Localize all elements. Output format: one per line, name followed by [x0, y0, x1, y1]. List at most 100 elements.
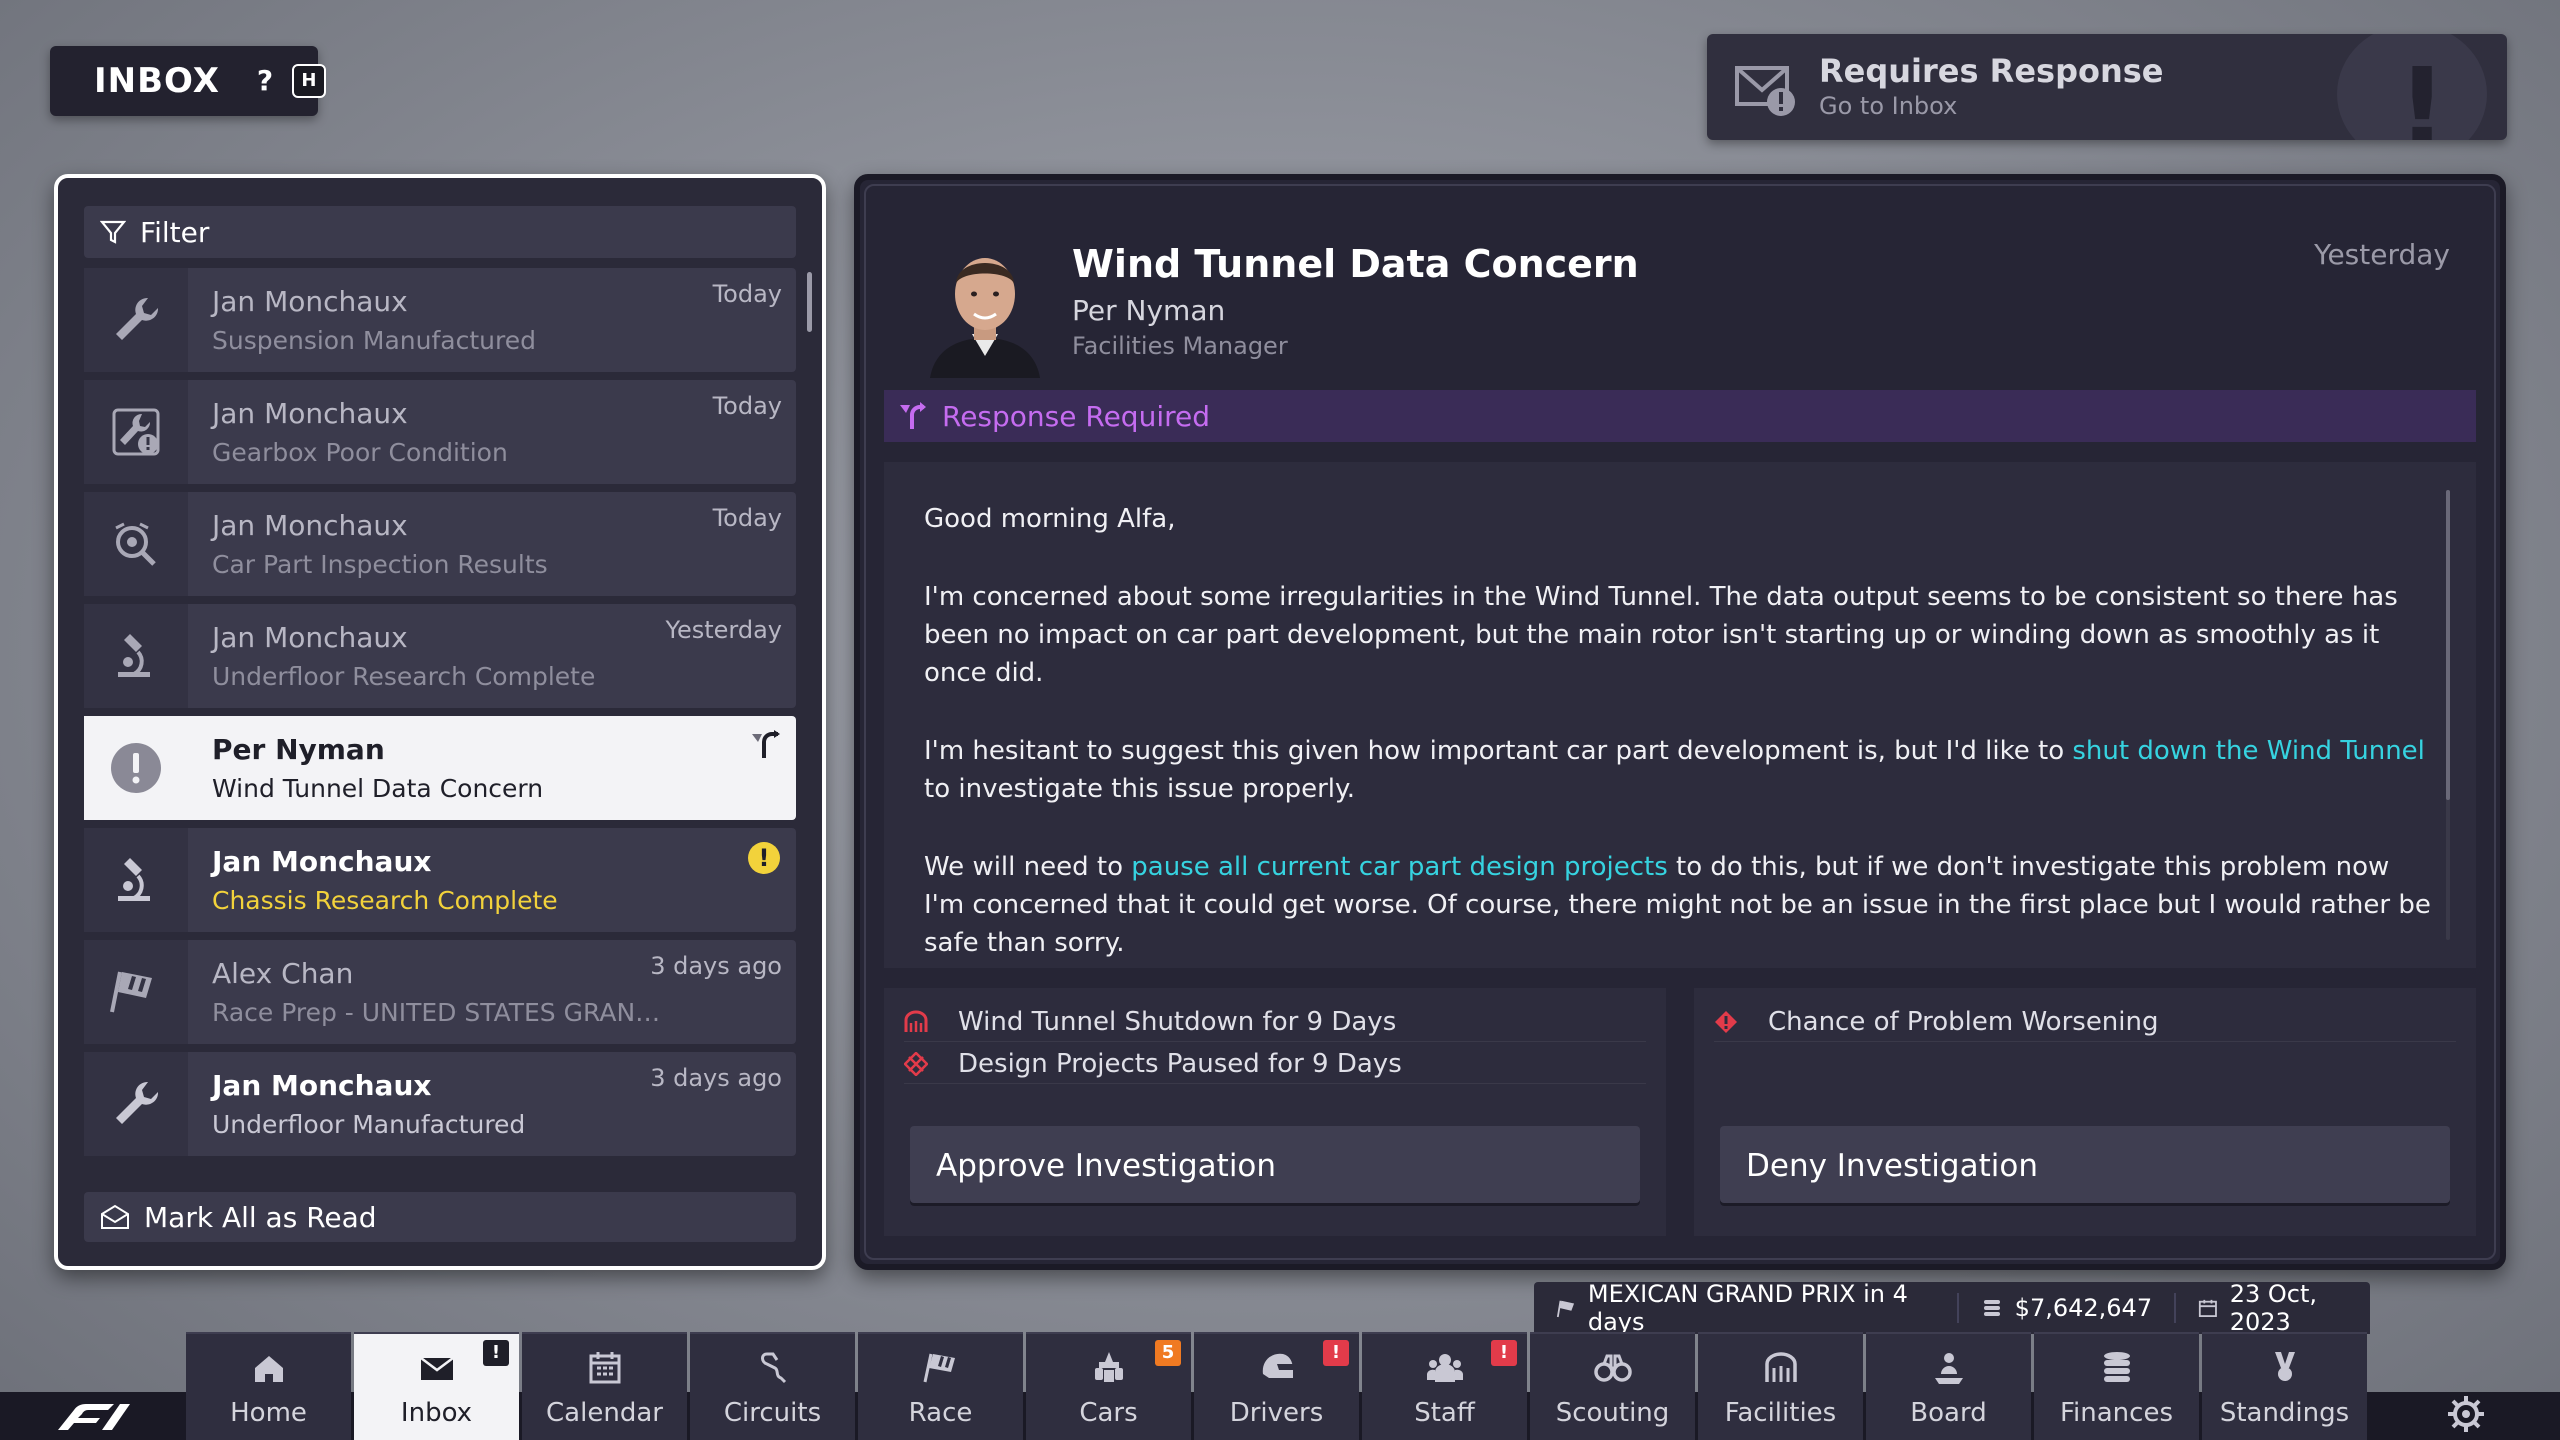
- nav-tab-calendar[interactable]: Calendar: [522, 1332, 687, 1440]
- message-paragraph: I'm hesitant to suggest this given how i…: [924, 732, 2436, 808]
- paragraph-text: I'm hesitant to suggest this given how i…: [924, 736, 2073, 766]
- coins-icon: [1983, 1300, 2000, 1316]
- staff-icon: [1426, 1354, 1463, 1382]
- pause-projects-link[interactable]: pause all current car part design projec…: [1131, 852, 1668, 882]
- effect-row: Chance of Problem Worsening: [1714, 1002, 2456, 1042]
- effect-text: Design Projects Paused for 9 Days: [958, 1048, 1402, 1079]
- filter-button[interactable]: Filter: [84, 206, 796, 258]
- message-subject: Underfloor Research Complete: [212, 662, 596, 691]
- status-divider: [2174, 1293, 2176, 1323]
- message-sender: Jan Monchaux: [212, 845, 432, 878]
- help-hotkey: H: [291, 64, 326, 98]
- message-subject: Race Prep - UNITED STATES GRAND ...: [212, 998, 672, 1027]
- coins-icon: [2103, 1352, 2130, 1382]
- help-button[interactable]: ? H: [246, 62, 326, 100]
- microscope-icon: [118, 634, 150, 677]
- nav-label: Staff: [1414, 1398, 1475, 1428]
- approve-investigation-button[interactable]: Approve Investigation: [910, 1126, 1640, 1206]
- nav-label: Circuits: [723, 1398, 822, 1428]
- nav-tab-standings[interactable]: Standings: [2202, 1332, 2367, 1440]
- nav-label: Cars: [1079, 1398, 1138, 1428]
- trophy-icon: [2274, 1352, 2295, 1381]
- requires-response-title: Requires Response: [1819, 52, 2164, 90]
- body-scrollbar[interactable]: [2446, 490, 2450, 800]
- effect-text: Chance of Problem Worsening: [1768, 1006, 2159, 1037]
- sender-role: Facilities Manager: [1072, 332, 1288, 360]
- status-divider: [1956, 1293, 1959, 1323]
- nav-badge: !: [1491, 1340, 1517, 1366]
- nav-tab-drivers[interactable]: Drivers !: [1194, 1332, 1359, 1440]
- nav-label: Standings: [2219, 1398, 2350, 1428]
- message-greeting: Good morning Alfa,: [924, 504, 1176, 534]
- nav-tab-circuits[interactable]: Circuits: [690, 1332, 855, 1440]
- message-list: Jan Monchaux Suspension Manufactured Tod…: [84, 268, 796, 1164]
- nav-tab-facilities[interactable]: Facilities: [1698, 1332, 1863, 1440]
- message-sender: Jan Monchaux: [212, 509, 408, 542]
- calendar-icon: [2198, 1299, 2217, 1317]
- nav-tab-inbox[interactable]: Inbox !: [354, 1332, 519, 1440]
- message-item[interactable]: Jan Monchaux Gearbox Poor Condition Toda…: [84, 380, 796, 484]
- message-item[interactable]: Jan Monchaux Underfloor Research Complet…: [84, 604, 796, 708]
- deny-investigation-button[interactable]: Deny Investigation: [1720, 1126, 2450, 1206]
- message-date: Yesterday: [2314, 238, 2450, 271]
- list-scrollbar[interactable]: [807, 272, 812, 332]
- nav-label: Board: [1910, 1398, 1987, 1428]
- approve-label: Approve Investigation: [936, 1148, 1277, 1184]
- nav-label: Drivers: [1229, 1398, 1324, 1428]
- nav-label: Scouting: [1555, 1398, 1670, 1428]
- effect-text: Wind Tunnel Shutdown for 9 Days: [958, 1006, 1397, 1037]
- current-date-text: 23 Oct, 2023: [2229, 1280, 2317, 1336]
- nav-tab-home[interactable]: Home: [186, 1332, 351, 1440]
- go-to-inbox-link: Go to Inbox: [1819, 92, 1958, 120]
- message-time: 3 days ago: [650, 1064, 782, 1092]
- current-date[interactable]: 23 Oct, 2023: [2198, 1280, 2370, 1336]
- budget[interactable]: $7,642,647: [1981, 1294, 2152, 1322]
- calendar-icon: [589, 1352, 620, 1384]
- binoculars-icon: [1593, 1354, 1632, 1382]
- design-paused-icon: [904, 1051, 928, 1076]
- message-item[interactable]: Jan Monchaux Car Part Inspection Results…: [84, 492, 796, 596]
- car-icon: [1094, 1352, 1123, 1382]
- effect-row: Wind Tunnel Shutdown for 9 Days: [904, 1002, 1646, 1042]
- message-sender: Jan Monchaux: [212, 397, 408, 430]
- inbox-title-box: INBOX ? H: [50, 46, 326, 116]
- circuit-icon: [760, 1352, 786, 1384]
- message-subject: Suspension Manufactured: [212, 326, 536, 355]
- message-time: Today: [712, 392, 782, 420]
- unread-warning-icon: !: [748, 842, 780, 874]
- mark-all-read-button[interactable]: Mark All as Read: [84, 1192, 796, 1242]
- response-required-bar: Response Required: [884, 390, 2476, 442]
- nav-badge: !: [483, 1340, 509, 1366]
- message-item[interactable]: Jan Monchaux Suspension Manufactured Tod…: [84, 268, 796, 372]
- inspection-icon: [115, 522, 156, 566]
- helmet-icon: [1262, 1353, 1293, 1378]
- message-time: Yesterday: [665, 616, 782, 644]
- message-item-selected[interactable]: Per Nyman Wind Tunnel Data Concern: [84, 716, 796, 820]
- help-icon: ?: [256, 64, 274, 97]
- open-envelope-icon: [101, 1204, 129, 1229]
- message-item[interactable]: Jan Monchaux Chassis Research Complete !: [84, 828, 796, 932]
- nav-tab-finances[interactable]: Finances: [2034, 1332, 2199, 1440]
- message-time: Today: [712, 504, 782, 532]
- nav-tab-cars[interactable]: Cars 5: [1026, 1332, 1191, 1440]
- paragraph-text: to investigate this issue properly.: [924, 774, 1355, 804]
- nav-tab-board[interactable]: Board: [1866, 1332, 2031, 1440]
- board-icon: [1934, 1353, 1963, 1384]
- settings-gear-icon[interactable]: [2446, 1394, 2486, 1434]
- nav-tab-staff[interactable]: Staff !: [1362, 1332, 1527, 1440]
- message-from: Per Nyman: [1072, 294, 1226, 327]
- shut-down-wind-tunnel-link[interactable]: shut down the Wind Tunnel: [2072, 736, 2425, 766]
- facilities-icon: [1764, 1352, 1797, 1382]
- nav-badge: !: [1323, 1340, 1349, 1366]
- nav-tab-race[interactable]: Race: [858, 1332, 1023, 1440]
- sender-avatar: [920, 238, 1050, 378]
- message-item[interactable]: Jan Monchaux Underfloor Manufactured 3 d…: [84, 1052, 796, 1156]
- next-event[interactable]: MEXICAN GRAND PRIX in 4 days: [1556, 1280, 1935, 1336]
- nav-tab-scouting[interactable]: Scouting: [1530, 1332, 1695, 1440]
- exclamation-icon: [111, 743, 161, 793]
- response-required-label: Response Required: [942, 399, 1210, 433]
- message-item[interactable]: Alex Chan Race Prep - UNITED STATES GRAN…: [84, 940, 796, 1044]
- message-subject: Gearbox Poor Condition: [212, 438, 508, 467]
- requires-response-banner[interactable]: ! Requires Response Go to Inbox: [1707, 34, 2507, 140]
- budget-text: $7,642,647: [2014, 1294, 2153, 1322]
